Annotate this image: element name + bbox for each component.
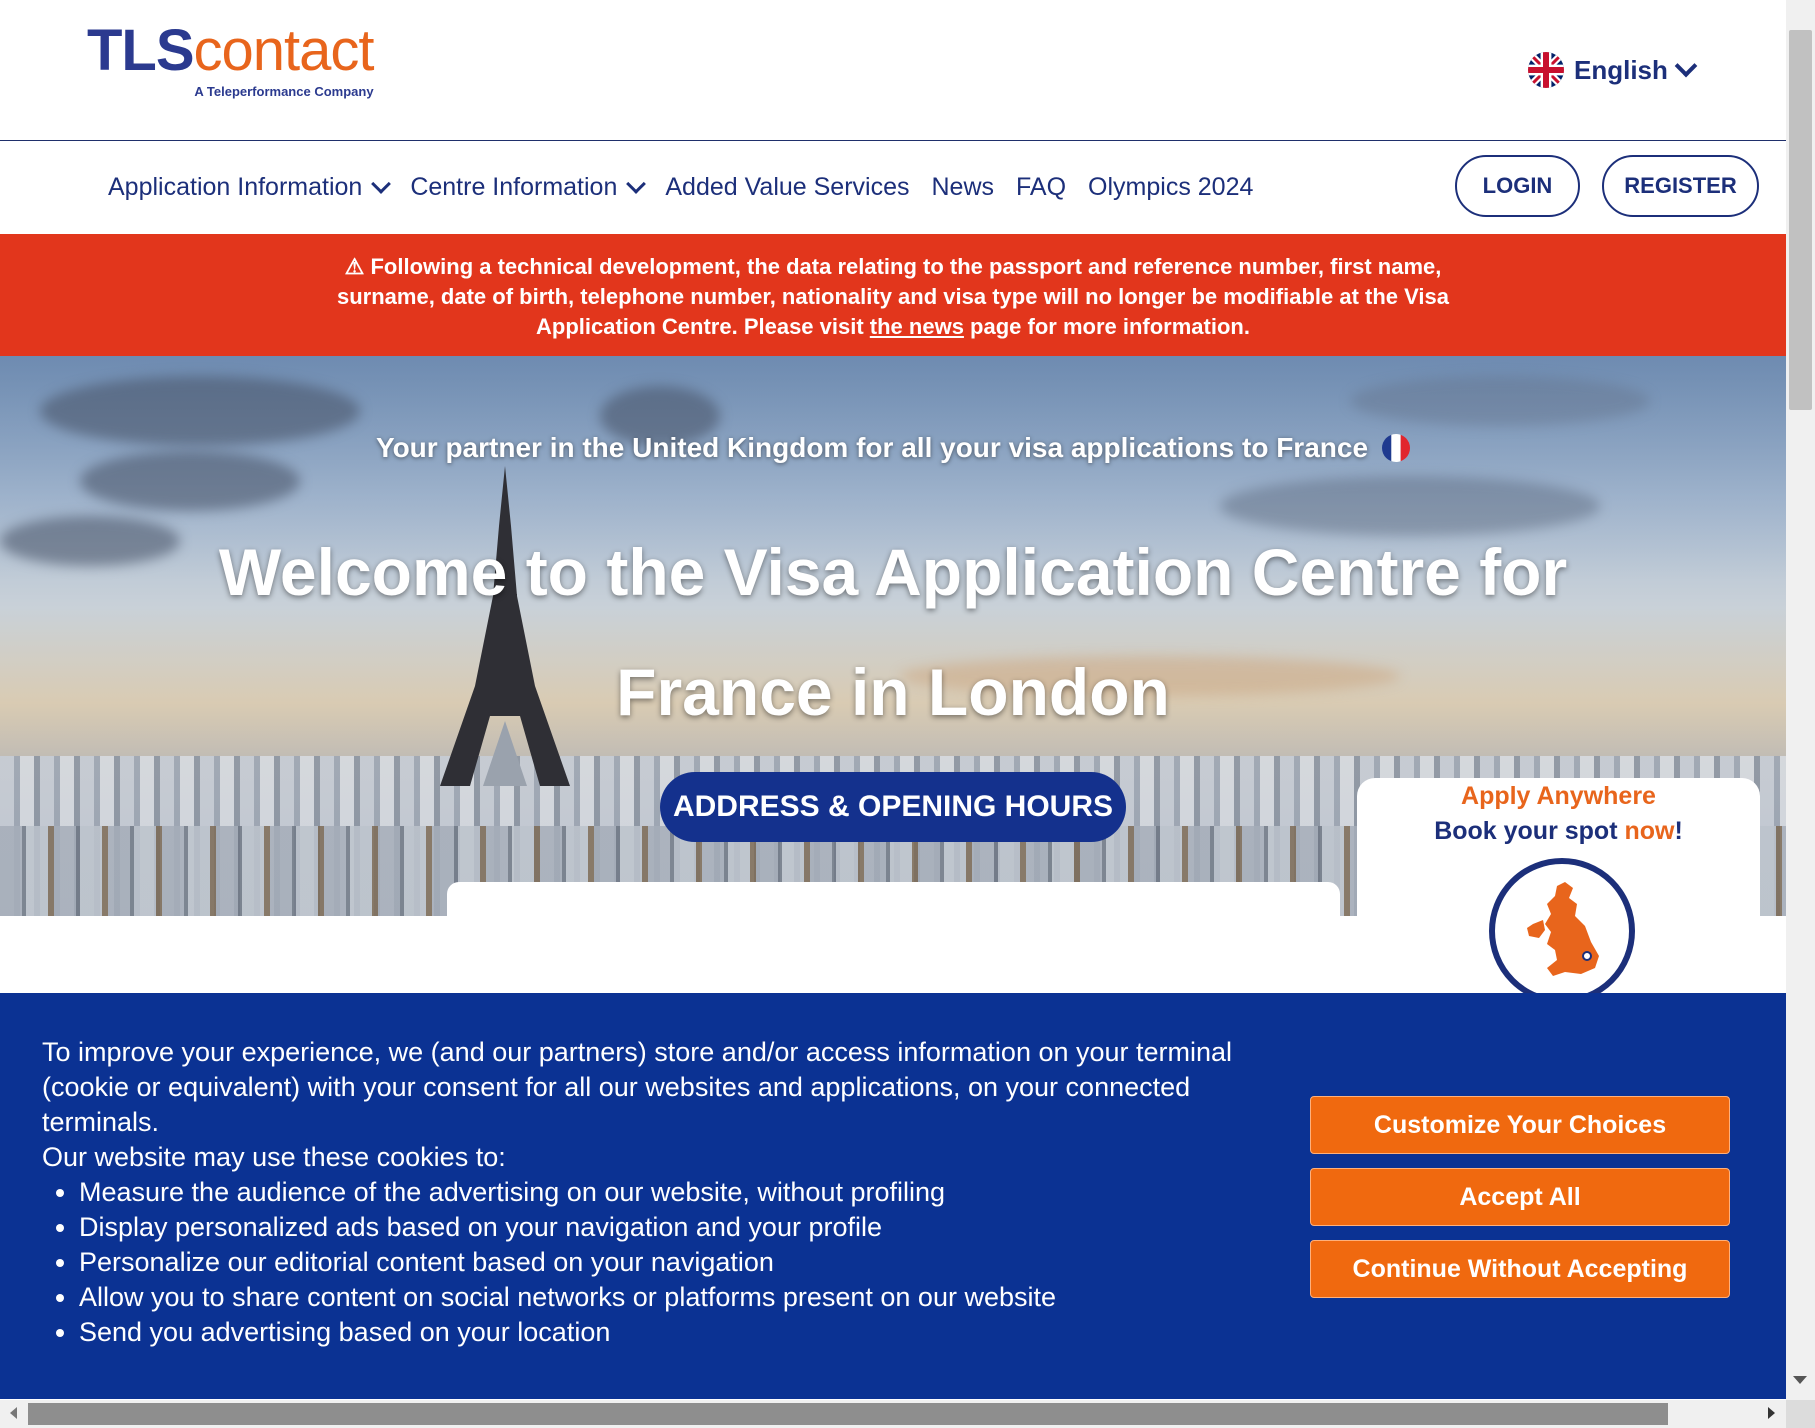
apply-anywhere-card[interactable]: Apply Anywhere Book your spot now!: [1357, 778, 1760, 1018]
accept-all-button[interactable]: Accept All: [1310, 1168, 1730, 1226]
nav-item-label: FAQ: [1016, 173, 1067, 201]
apply-anywhere-title: Apply Anywhere: [1461, 782, 1656, 810]
list-item: Display personalized ads based on your n…: [79, 1210, 1302, 1245]
language-selector[interactable]: English: [1528, 48, 1698, 92]
nav-item-label: Centre Information: [410, 173, 618, 201]
list-item: Send you advertising based on your locat…: [79, 1315, 1302, 1350]
nav-menu: Application Information Centre Informati…: [108, 141, 1253, 234]
list-item: Measure the audience of the advertising …: [79, 1175, 1302, 1210]
register-button[interactable]: REGISTER: [1602, 155, 1759, 217]
hero-title-line1: Welcome to the Visa Application Centre f…: [218, 535, 1568, 609]
book-spot-now: now: [1624, 817, 1675, 845]
login-button[interactable]: LOGIN: [1455, 155, 1580, 217]
logo-tls-text: TLS: [87, 18, 195, 83]
language-label: English: [1574, 54, 1668, 85]
horizontal-scrollbar-thumb[interactable]: [28, 1403, 1668, 1425]
cookie-uses-list: Measure the audience of the advertising …: [42, 1175, 1302, 1350]
logo-tagline: A Teleperformance Company: [194, 84, 374, 99]
scroll-down-arrow-icon[interactable]: [1793, 1376, 1807, 1384]
hero-subtitle: Your partner in the United Kingdom for a…: [300, 432, 1486, 464]
nav-news[interactable]: News: [932, 173, 995, 202]
nav-item-label: Application Information: [108, 173, 363, 201]
uk-map-icon: [1489, 858, 1635, 1004]
cookie-text: To improve your experience, we (and our …: [42, 1035, 1302, 1350]
address-opening-hours-button[interactable]: ADDRESS & OPENING HOURS: [660, 772, 1126, 842]
list-item: Personalize our editorial content based …: [79, 1245, 1302, 1280]
nav-application-information[interactable]: Application Information: [108, 173, 392, 202]
chevron-down-icon: [371, 173, 392, 194]
nav-faq[interactable]: FAQ: [1016, 173, 1066, 202]
news-link[interactable]: the news: [870, 314, 964, 339]
hero-title: Welcome to the Visa Application Centre f…: [200, 512, 1586, 752]
book-spot-text: Book your spot now!: [1357, 817, 1760, 846]
chevron-down-icon: [1674, 54, 1698, 78]
customize-choices-button[interactable]: Customize Your Choices: [1310, 1096, 1730, 1154]
vertical-scrollbar-thumb[interactable]: [1789, 30, 1812, 410]
tlscontact-logo[interactable]: TLScontact A Teleperformance Company: [87, 22, 375, 100]
hero-subtitle-text: Your partner in the United Kingdom for a…: [375, 432, 1369, 463]
alert-banner: ⚠ Following a technical development, the…: [0, 234, 1786, 356]
nav-item-label: Added Value Services: [665, 173, 910, 201]
france-flag-icon: [1382, 434, 1411, 462]
scroll-left-arrow-icon[interactable]: [10, 1407, 17, 1419]
uk-flag-icon: [1528, 52, 1564, 88]
list-item: Allow you to share content on social net…: [79, 1280, 1302, 1315]
warning-icon: ⚠: [344, 254, 365, 279]
nav-item-label: News: [931, 173, 995, 201]
scrollbar-corner: [1786, 1400, 1815, 1428]
book-spot-suffix: !: [1674, 817, 1683, 845]
nav-added-value-services[interactable]: Added Value Services: [665, 173, 909, 202]
cookie-intro: To improve your experience, we (and our …: [42, 1037, 1233, 1137]
chevron-down-icon: [626, 173, 647, 194]
alert-text-after: page for more information.: [963, 314, 1250, 339]
nav-item-label: Olympics 2024: [1088, 173, 1254, 201]
logo-contact-text: contact: [193, 18, 375, 83]
book-spot-prefix: Book your spot: [1434, 817, 1625, 845]
nav-olympics-2024[interactable]: Olympics 2024: [1088, 173, 1253, 202]
scroll-right-arrow-icon[interactable]: [1768, 1407, 1775, 1419]
alert-message: ⚠ Following a technical development, the…: [300, 252, 1486, 342]
nav-centre-information[interactable]: Centre Information: [410, 173, 647, 202]
continue-without-accepting-button[interactable]: Continue Without Accepting: [1310, 1240, 1730, 1298]
content-card: [447, 882, 1340, 1002]
cookie-list-intro: Our website may use these cookies to:: [42, 1142, 506, 1172]
hero-title-line2: France in London: [616, 655, 1170, 729]
